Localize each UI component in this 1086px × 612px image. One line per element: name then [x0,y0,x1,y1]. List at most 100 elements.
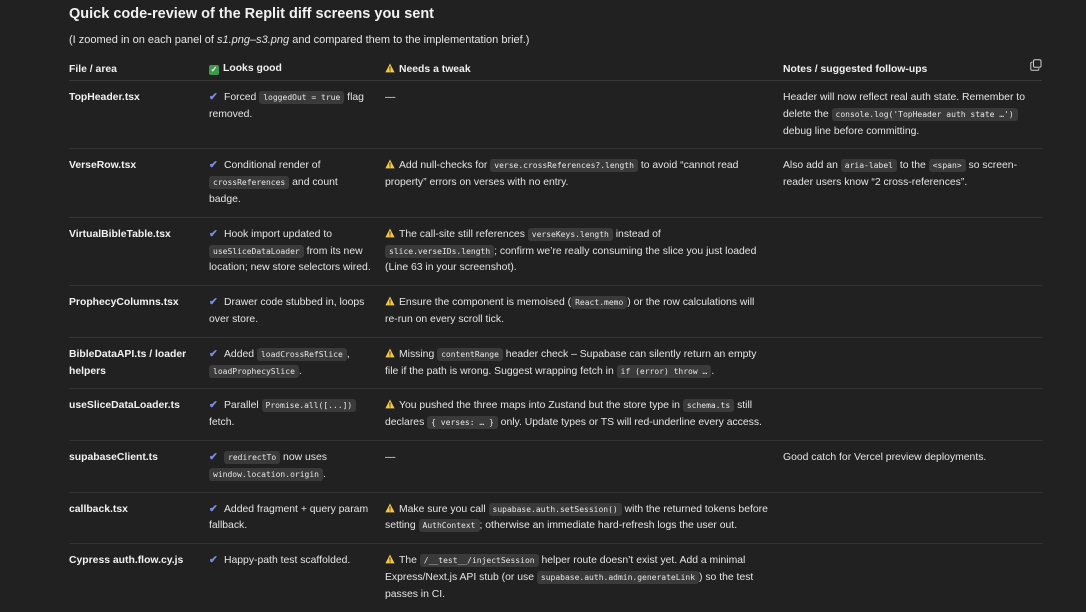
table-body: TopHeader.tsx ✔ Forced loggedOut = true fl… [69,80,1042,612]
inline-code: loadCrossRefSlice [256,347,347,361]
file-cell: VirtualBibleTable.tsx [69,217,209,287]
header-notes: Notes / suggested follow-ups [783,58,1042,81]
notes-cell [783,217,1042,287]
green-check-box-icon: ✓ [209,65,219,75]
message-title: Quick code-review of the Replit diff scr… [69,6,435,22]
looks-good-cell: ✔ Happy-path test scaffolded. [209,544,385,612]
cell-text: debug line before committing. [783,125,920,137]
needs-tweak-cell: The call-site still references verseKeys… [385,217,783,287]
header-good: ✓ Looks good [209,58,385,81]
inline-code: loadProphecySlice [209,364,299,378]
check-icon: ✔ [209,400,218,412]
cell-text: now uses [280,451,327,463]
inline-code: console.log('TopHeader auth state …') [831,107,1018,121]
cell-text: Conditional render of [224,160,321,172]
warning-icon [385,228,395,238]
check-icon: ✔ [209,160,218,172]
looks-good-cell: ✔ Conditional render of crossReferences a… [209,148,385,218]
inline-code: aria-label [840,159,897,173]
inline-code: { verses: … } [427,416,498,430]
cell-text: to the [896,160,929,172]
looks-good-cell: ✔ Added fragment + query param fallback. [209,492,385,545]
notes-cell: Header will now reflect real auth state.… [783,80,1042,150]
warning-icon [385,296,395,306]
inline-code: useSliceDataLoader [209,244,304,258]
table-header-row: File / area ✓ Looks good Needs a tweak No… [69,58,1042,81]
cell-text: ; otherwise an immediate hard-refresh lo… [479,520,738,532]
review-table: File / area ✓ Looks good Needs a tweak No… [69,58,1042,612]
table-row: callback.tsx ✔ Added fragment + query para… [69,492,1042,545]
cell-text: , [346,348,350,360]
cell-text: Hook import updated to [224,228,333,240]
inline-code: schema.ts [682,399,735,413]
notes-cell [783,492,1042,545]
message-subtitle: (I zoomed in on each panel of s1.png–s3.… [69,34,529,46]
looks-good-cell: ✔ Hook import updated to useSliceDataLoad… [209,217,385,287]
inline-code: if (error) throw … [616,364,712,378]
notes-cell [783,285,1042,338]
notes-cell: Good catch for Vercel preview deployment… [783,440,1042,493]
table-row: supabaseClient.ts ✔ redirectTo now uses wi… [69,440,1042,493]
inline-code: contentRange [437,347,503,361]
cell-text: . [298,365,302,377]
table-row: ProphecyColumns.tsx ✔ Drawer code stubbed … [69,285,1042,338]
warning-icon [385,503,395,512]
notes-cell [783,337,1042,390]
inline-code: React.memo [571,296,628,310]
cell-text: Add null-checks for [399,160,491,172]
file-cell: supabaseClient.ts [69,440,209,493]
needs-tweak-cell: Missing contentRange header check – Supa… [385,337,783,390]
file-cell: BibleDataAPI.ts / loader helpers [69,337,209,390]
notes-cell [783,388,1042,441]
needs-tweak-cell: Add null-checks for verse.crossReference… [385,148,783,218]
table-row: useSliceDataLoader.ts ✔ Parallel Promise.a… [69,388,1042,441]
inline-code: supabase.auth.setSession() [488,502,622,516]
subtitle-files: s1.png–s3.png [216,34,290,46]
check-icon: ✔ [209,451,218,463]
warning-icon [385,348,395,358]
cell-text: . [322,468,326,480]
cell-text: Added [224,348,257,360]
needs-tweak-cell: Make sure you call supabase.auth.setSess… [385,492,783,545]
cell-text: Drawer code stubbed in, loops over store… [209,297,365,325]
cell-text: Parallel [224,400,262,412]
inline-code: /__test__/injectSession [419,554,539,568]
inline-code: <span> [928,159,966,173]
inline-code: Promise.all([...]) [261,399,357,413]
looks-good-cell: ✔ redirectTo now uses window.location.ori… [209,440,385,493]
cell-text: Added fragment + query param fallback. [209,503,369,532]
warning-icon [385,159,395,169]
needs-tweak-cell: — [385,440,783,493]
table-row: TopHeader.tsx ✔ Forced loggedOut = true fl… [69,80,1042,150]
header-file: File / area [69,58,209,81]
file-cell: TopHeader.tsx [69,80,209,150]
cell-text: — [385,451,396,463]
cell-text: Good catch for Vercel preview deployment… [783,451,987,463]
notes-cell: Also add an aria-label to the <span> so … [783,148,1042,218]
cell-text: only. Update types or TS will red-underl… [497,417,762,429]
file-cell: useSliceDataLoader.ts [69,388,209,441]
table-row: BibleDataAPI.ts / loader helpers ✔ Added l… [69,337,1042,390]
header-tweak: Needs a tweak [385,58,783,81]
inline-code: loggedOut = true [259,91,345,104]
file-cell: Cypress auth.flow.cy.js [69,555,184,567]
looks-good-cell: ✔ Added loadCrossRefSlice, loadProphecySl… [209,337,385,390]
cell-text: — [385,92,396,103]
looks-good-cell: ✔ Parallel Promise.all([...]) fetch. [209,388,385,441]
cell-text: fetch. [209,417,235,429]
needs-tweak-cell: Ensure the component is memoised (React.… [385,285,783,338]
needs-tweak-cell: The /__test__/injectSession helper route… [385,544,783,612]
looks-good-cell: ✔ Forced loggedOut = true flag removed. [209,80,385,150]
table-row: Cypress auth.flow.cy.js ✔ Happy-path test … [69,544,1042,612]
inline-code: AuthContext [418,519,480,533]
check-icon: ✔ [209,297,218,309]
copy-icon[interactable] [1030,59,1042,71]
cell-text: Missing [399,348,438,360]
subtitle-post: and compared them to the implementation … [289,34,530,46]
cell-text: The call-site still references [399,228,528,240]
cell-text: You pushed the three maps into Zustand b… [399,400,683,412]
cell-text: Forced [224,92,260,103]
check-icon: ✔ [209,555,218,567]
check-icon: ✔ [209,228,218,240]
chat-message: Quick code-review of the Replit diff scr… [0,0,1086,604]
